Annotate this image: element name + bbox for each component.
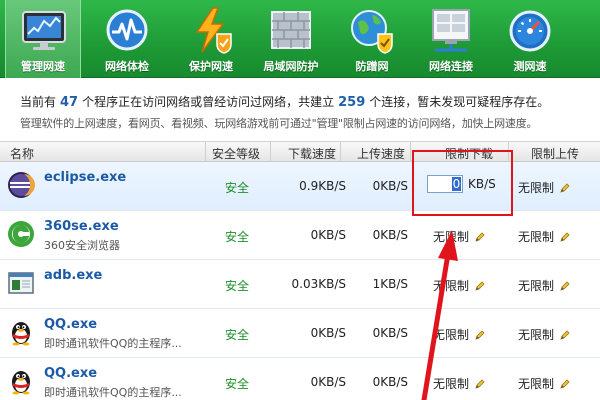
app-description: 360安全浏览器	[44, 239, 120, 252]
upload-speed: 0KB/S	[372, 228, 408, 242]
brick-wall-icon	[271, 11, 311, 49]
summary-text-c: 个连接，暂未发现可疑程序存在。	[369, 95, 550, 109]
limit-upload: 无限制	[518, 326, 571, 343]
download-speed: 0KB/S	[310, 375, 346, 389]
limit-upload-value: 无限制	[518, 377, 555, 391]
limit-upload: 无限制	[518, 179, 571, 196]
qq-penguin-icon	[12, 371, 30, 395]
monitor-chart-icon	[22, 11, 66, 50]
upload-speed: 1KB/S	[372, 277, 408, 291]
summary-line: 当前有 47 个程序正在访问网络或曾经访问过网络，共建立 259 个连接，暂未发现可疑程…	[20, 93, 549, 110]
summary-text-b: 个程序正在访问网络或曾经访问过网络，共建立	[82, 95, 335, 109]
tab-network-check-label: 网络体检	[105, 60, 149, 73]
limit-upload: 无限制	[518, 228, 571, 245]
table-row[interactable]: QQ.exe 即时通讯软件QQ的主程序... 安全 0KB/S 0KB/S 无限…	[0, 309, 600, 358]
upload-speed: 0KB/S	[372, 375, 408, 389]
security-level: 安全	[225, 230, 250, 244]
limit-download-value: 无限制	[433, 230, 470, 244]
security-level: 安全	[225, 328, 250, 342]
pencil-icon[interactable]	[559, 231, 571, 243]
download-speed: 0KB/S	[310, 228, 346, 242]
pencil-icon[interactable]	[559, 280, 571, 292]
security-level: 安全	[225, 181, 250, 195]
360-browser-icon	[8, 221, 34, 247]
tab-network-check[interactable]: 网络体检	[89, 0, 165, 78]
tab-lan-protection[interactable]: 局域网防护	[253, 0, 329, 78]
table-row[interactable]: 360se.exe 360安全浏览器 安全 0KB/S 0KB/S 无限制 无限…	[0, 211, 600, 260]
col-security[interactable]: 安全等级	[212, 145, 260, 162]
qq-penguin-icon	[12, 322, 30, 346]
tab-protect-speed-label: 保护网速	[189, 60, 233, 73]
limit-download: 无限制	[433, 228, 486, 245]
security-level: 安全	[225, 279, 250, 293]
table-row[interactable]: QQ.exe 即时通讯软件QQ的主程序... 安全 0KB/S 0KB/S 无限…	[0, 358, 600, 400]
col-divider	[410, 142, 411, 163]
col-download[interactable]: 下载速度	[288, 145, 336, 162]
security-level: 安全	[225, 377, 250, 391]
tab-manage-speed[interactable]: 管理网速	[5, 0, 81, 78]
eclipse-icon	[8, 172, 35, 198]
app-name: QQ.exe	[44, 317, 98, 332]
tab-network-connections-label: 网络连接	[429, 60, 473, 73]
pencil-icon[interactable]	[559, 182, 571, 194]
table-row[interactable]: adb.exe 安全 0.03KB/S 1KB/S 无限制 无限制	[0, 260, 600, 309]
tab-anti-leech-label: 防蹭网	[355, 60, 389, 73]
col-divider	[340, 142, 341, 163]
connection-count: 259	[338, 95, 366, 110]
tab-protect-speed[interactable]: 保护网速	[173, 0, 249, 78]
download-speed: 0.03KB/S	[291, 277, 346, 291]
tab-network-connections[interactable]: 网络连接	[413, 0, 489, 78]
pencil-icon[interactable]	[559, 378, 571, 390]
globe-shield-icon	[351, 10, 393, 54]
col-divider	[205, 142, 206, 163]
limit-download-value: 无限制	[433, 279, 470, 293]
pencil-icon[interactable]	[474, 329, 486, 341]
col-divider	[270, 142, 271, 163]
pencil-icon[interactable]	[474, 378, 486, 390]
network-connection-icon	[432, 9, 470, 52]
download-speed: 0.9KB/S	[299, 179, 346, 193]
col-upload[interactable]: 上传速度	[357, 145, 405, 162]
pencil-icon[interactable]	[474, 280, 486, 292]
limit-upload-value: 无限制	[518, 279, 555, 293]
summary-panel: 当前有 47 个程序正在访问网络或曾经访问过网络，共建立 259 个连接，暂未发现可疑程…	[0, 79, 600, 139]
hint-line: 管理软件的上网速度，看网页、看视频、玩网络游戏前可通过"管理"限制占网速的访问网…	[20, 117, 538, 130]
pencil-icon[interactable]	[474, 231, 486, 243]
highlight-box	[412, 150, 513, 216]
tab-lan-protection-label: 局域网防护	[263, 60, 319, 73]
summary-text-a: 当前有	[20, 95, 57, 109]
limit-download: 无限制	[433, 326, 486, 343]
pencil-icon[interactable]	[559, 329, 571, 341]
limit-download: 无限制	[433, 277, 486, 294]
limit-upload-value: 无限制	[518, 328, 555, 342]
lightning-shield-icon	[195, 7, 232, 54]
program-count: 47	[60, 95, 79, 110]
window-app-icon	[8, 272, 34, 294]
tab-speed-test-label: 测网速	[513, 60, 547, 73]
heartbeat-icon	[106, 9, 148, 51]
limit-upload: 无限制	[518, 375, 571, 392]
app-name: adb.exe	[44, 268, 103, 283]
download-speed: 0KB/S	[310, 326, 346, 340]
col-name[interactable]: 名称	[10, 145, 34, 162]
app-description: 即时通讯软件QQ的主程序...	[44, 386, 182, 399]
app-name: 360se.exe	[44, 219, 119, 234]
app-name: eclipse.exe	[44, 170, 127, 185]
tab-manage-speed-label: 管理网速	[21, 60, 65, 73]
limit-download: 无限制	[433, 375, 486, 392]
tab-anti-leech[interactable]: 防蹭网	[334, 0, 410, 78]
app-name: QQ.exe	[44, 366, 98, 381]
limit-upload-value: 无限制	[518, 230, 555, 244]
upload-speed: 0KB/S	[372, 179, 408, 193]
limit-upload-value: 无限制	[518, 181, 555, 195]
limit-download-value: 无限制	[433, 377, 470, 391]
limit-download-value: 无限制	[433, 328, 470, 342]
tab-speed-test[interactable]: 测网速	[492, 0, 568, 78]
main-toolbar: 管理网速 网络体检 保护网速 局域网防护 防蹭网 网络连接 测网速	[0, 0, 600, 78]
col-limit-upload[interactable]: 限制上传	[531, 145, 579, 162]
upload-speed: 0KB/S	[372, 326, 408, 340]
app-description: 即时通讯软件QQ的主程序...	[44, 337, 182, 350]
limit-upload: 无限制	[518, 277, 571, 294]
speedometer-icon	[509, 10, 551, 52]
